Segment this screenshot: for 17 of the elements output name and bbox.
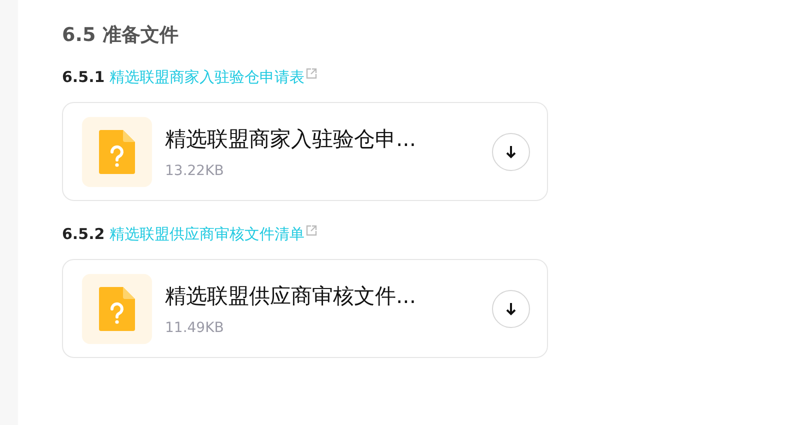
document-link[interactable]: 精选联盟商家入驻验仓申请表 — [110, 66, 305, 88]
file-name: 精选联盟商家入驻验仓申... — [165, 126, 418, 152]
download-button[interactable] — [492, 132, 530, 170]
file-size: 13.22KB — [165, 162, 225, 178]
file-name: 精选联盟供应商审核文件... — [165, 282, 418, 310]
download-icon — [505, 144, 517, 158]
subsection-number: 6.5.1 — [62, 67, 105, 88]
external-link-icon — [306, 225, 317, 236]
document-link[interactable]: 精选联盟供应商审核文件清单 — [110, 223, 305, 245]
external-link-icon — [306, 68, 317, 79]
unknown-file-icon — [99, 286, 135, 330]
file-size: 11.49KB — [165, 320, 225, 336]
download-button[interactable] — [492, 290, 530, 328]
download-icon — [505, 302, 517, 316]
section-heading: 6.5 准备文件 — [62, 23, 180, 48]
unknown-file-icon — [99, 130, 135, 174]
subsection-number: 6.5.2 — [62, 224, 105, 245]
